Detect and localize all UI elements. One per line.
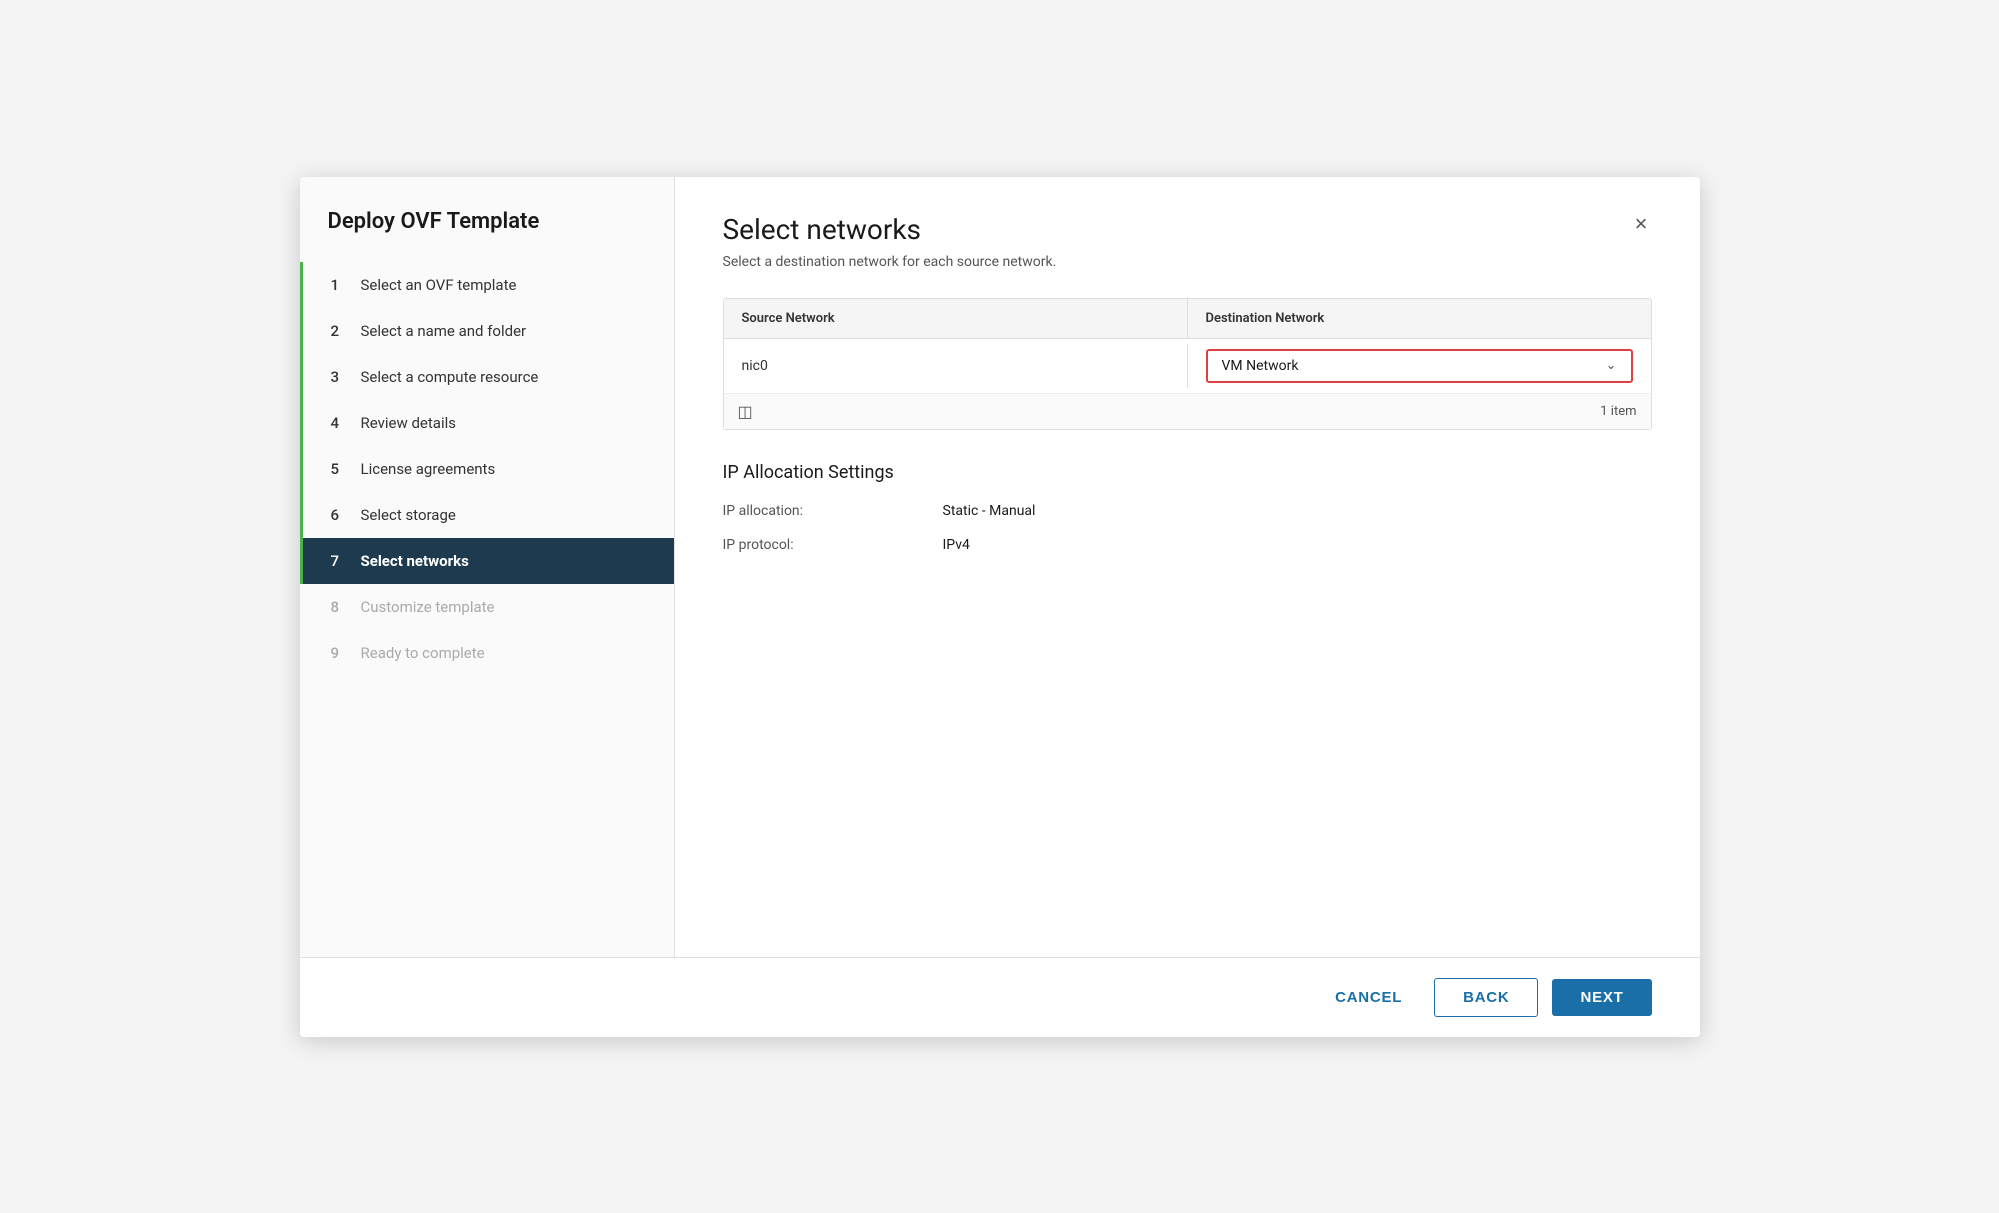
source-network-value: nic0 xyxy=(724,344,1188,388)
sidebar-item-8: 8 Customize template xyxy=(300,584,674,630)
sidebar-item-9: 9 Ready to complete xyxy=(300,630,674,676)
sidebar-item-7[interactable]: 7 Select networks xyxy=(300,538,674,584)
step-label-8: Customize template xyxy=(361,598,495,616)
ip-protocol-value: IPv4 xyxy=(943,537,970,553)
sidebar-item-2[interactable]: 2 Select a name and folder xyxy=(300,308,674,354)
page-title: Select networks xyxy=(723,213,922,246)
content-header: Select networks × xyxy=(723,213,1652,246)
step-label-6: Select storage xyxy=(361,506,456,524)
back-button[interactable]: BACK xyxy=(1434,978,1538,1017)
cancel-button[interactable]: CANCEL xyxy=(1317,979,1420,1016)
sidebar-item-6[interactable]: 6 Select storage xyxy=(300,492,674,538)
table-row: nic0 VM Network ⌄ xyxy=(724,339,1651,394)
sidebar: Deploy OVF Template 1 Select an OVF temp… xyxy=(300,177,675,957)
dialog-body: Deploy OVF Template 1 Select an OVF temp… xyxy=(300,177,1700,957)
deploy-ovf-dialog: Deploy OVF Template 1 Select an OVF temp… xyxy=(300,177,1700,1037)
ip-protocol-label: IP protocol: xyxy=(723,537,943,553)
dialog-footer: CANCEL BACK NEXT xyxy=(300,957,1700,1037)
table-footer: ◫ 1 item xyxy=(724,394,1651,429)
dest-network-cell: VM Network ⌄ xyxy=(1188,339,1651,393)
ip-allocation-value: Static - Manual xyxy=(943,503,1036,519)
ip-protocol-row: IP protocol: IPv4 xyxy=(723,537,1652,553)
ip-allocation-row: IP allocation: Static - Manual xyxy=(723,503,1652,519)
dest-network-value: VM Network xyxy=(1222,358,1299,374)
step-label-1: Select an OVF template xyxy=(361,276,517,294)
step-label-4: Review details xyxy=(361,414,456,432)
chevron-down-icon: ⌄ xyxy=(1606,358,1617,373)
next-button[interactable]: NEXT xyxy=(1552,979,1651,1016)
sidebar-item-5[interactable]: 5 License agreements xyxy=(300,446,674,492)
step-num-2: 2 xyxy=(331,322,349,340)
col-source-network: Source Network xyxy=(724,299,1188,338)
sidebar-item-4[interactable]: 4 Review details xyxy=(300,400,674,446)
step-label-2: Select a name and folder xyxy=(361,322,527,340)
step-label-9: Ready to complete xyxy=(361,644,485,662)
content-subtitle: Select a destination network for each so… xyxy=(723,254,1652,270)
ip-allocation-title: IP Allocation Settings xyxy=(723,462,1652,483)
table-item-count: 1 item xyxy=(1600,404,1636,419)
sidebar-item-3[interactable]: 3 Select a compute resource xyxy=(300,354,674,400)
step-num-6: 6 xyxy=(331,506,349,524)
sidebar-title: Deploy OVF Template xyxy=(300,209,674,262)
sidebar-item-1[interactable]: 1 Select an OVF template xyxy=(300,262,674,308)
step-num-9: 9 xyxy=(331,644,349,662)
columns-icon: ◫ xyxy=(738,402,753,421)
step-num-5: 5 xyxy=(331,460,349,478)
table-header: Source Network Destination Network xyxy=(724,299,1651,339)
step-label-7: Select networks xyxy=(361,552,469,570)
main-content: Select networks × Select a destination n… xyxy=(675,177,1700,957)
step-label-3: Select a compute resource xyxy=(361,368,539,386)
step-num-7: 7 xyxy=(331,552,349,570)
dest-network-dropdown[interactable]: VM Network ⌄ xyxy=(1206,349,1633,383)
step-num-3: 3 xyxy=(331,368,349,386)
col-dest-network: Destination Network xyxy=(1188,299,1651,338)
step-label-5: License agreements xyxy=(361,460,496,478)
ip-allocation-label: IP allocation: xyxy=(723,503,943,519)
step-num-8: 8 xyxy=(331,598,349,616)
step-num-1: 1 xyxy=(331,276,349,294)
network-table: Source Network Destination Network nic0 … xyxy=(723,298,1652,430)
step-num-4: 4 xyxy=(331,414,349,432)
close-button[interactable]: × xyxy=(1631,213,1652,235)
